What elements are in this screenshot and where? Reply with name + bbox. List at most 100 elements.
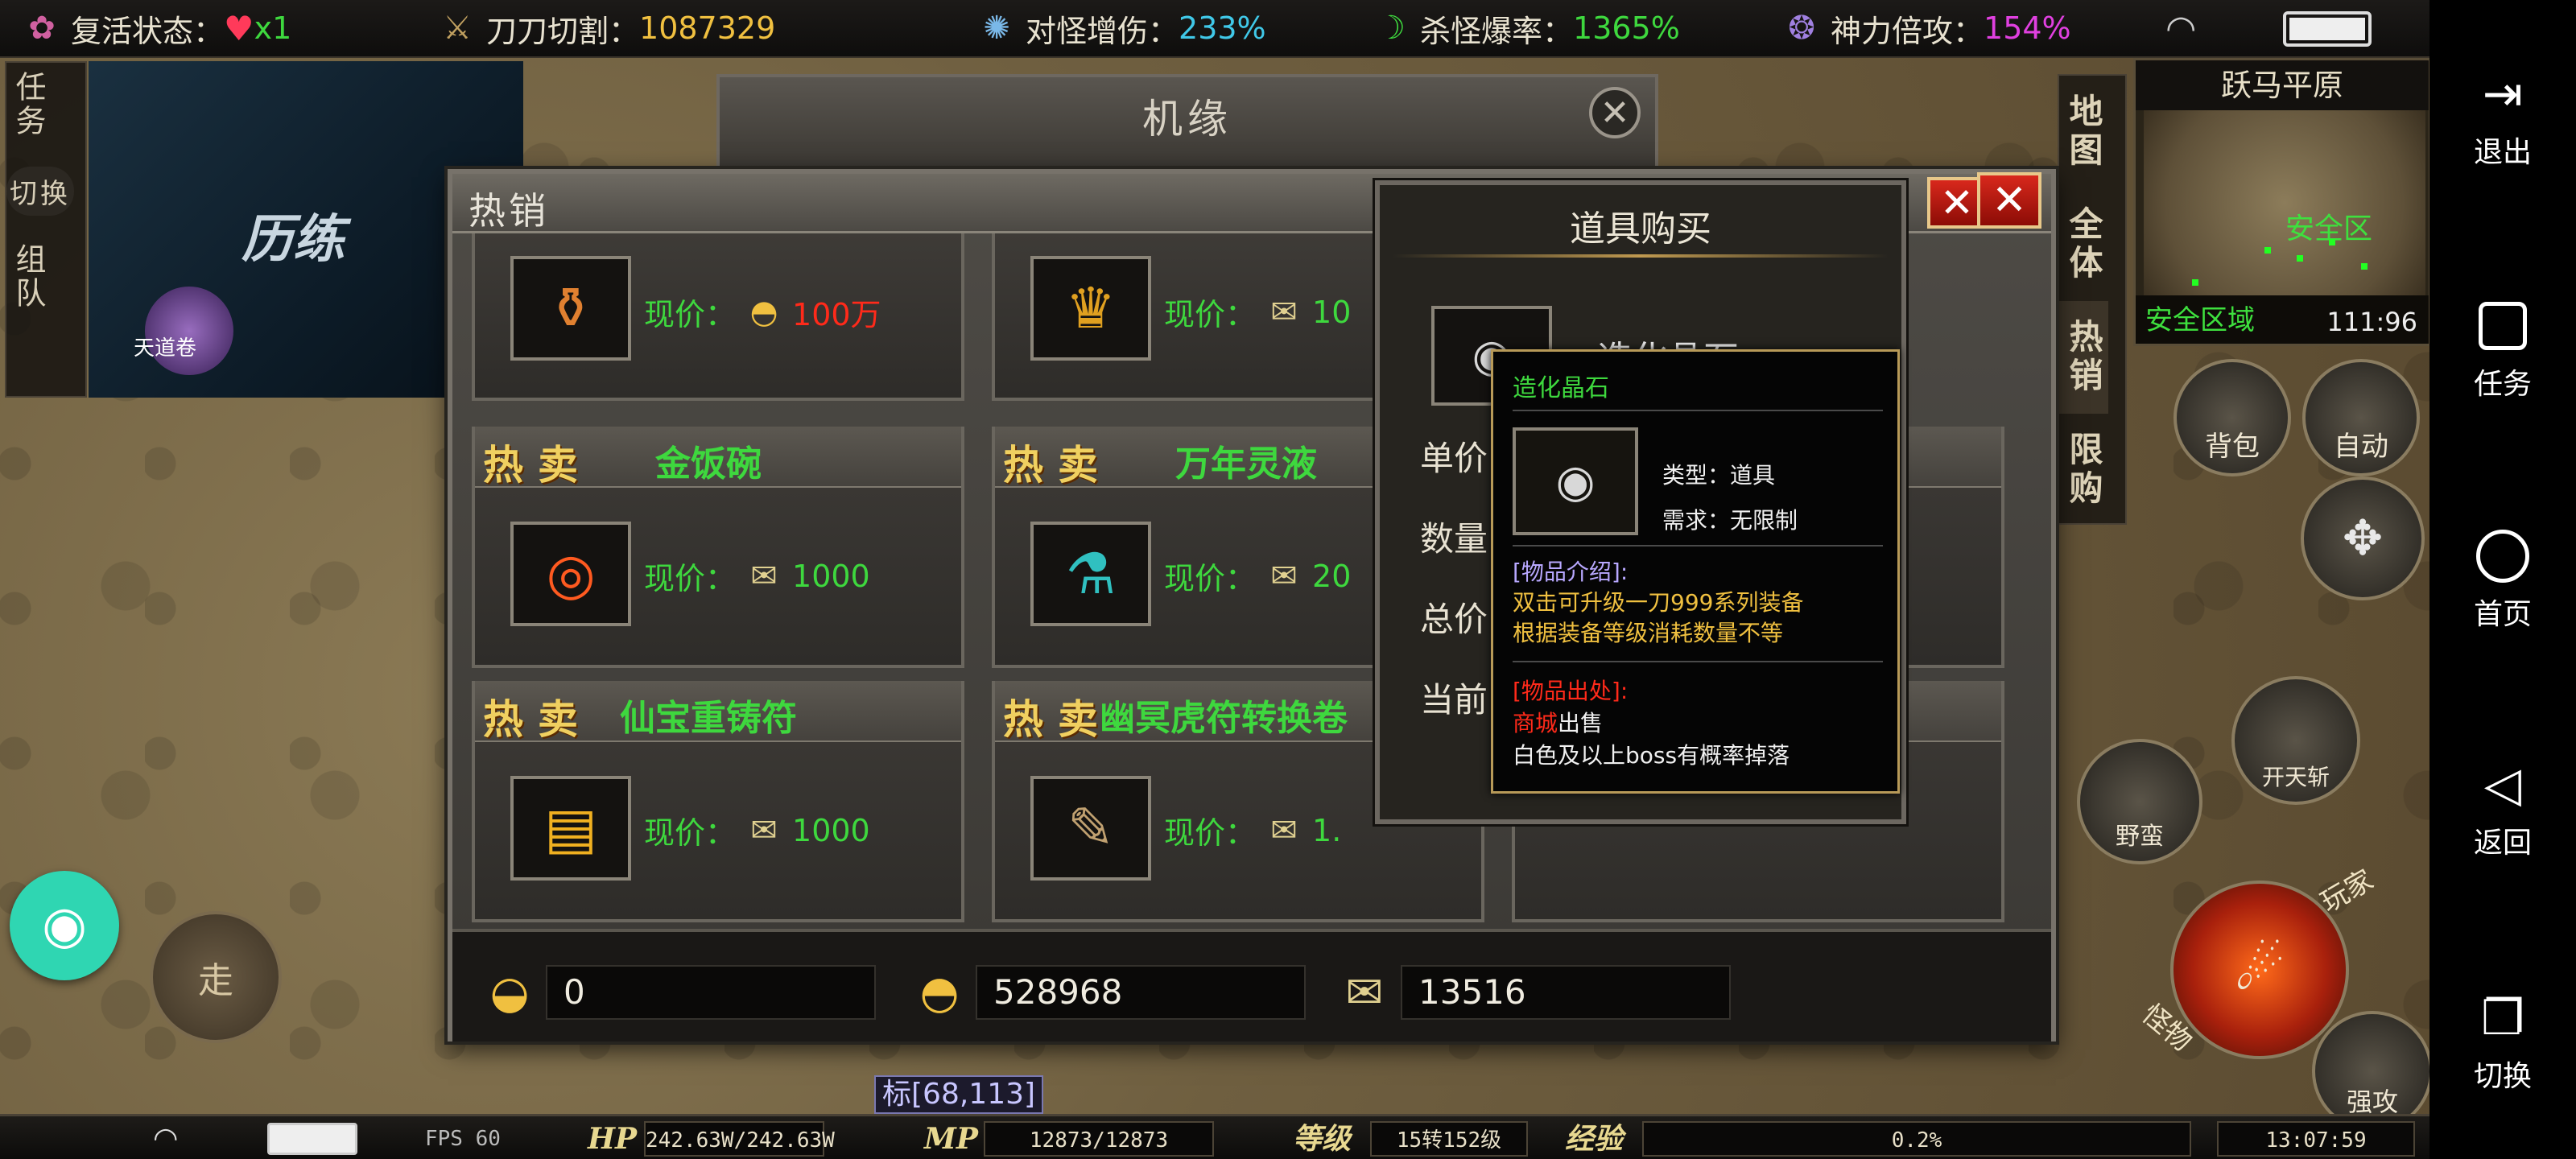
tab-hot[interactable]: 热销: [2059, 301, 2108, 414]
menu-task-button[interactable]: 任务: [6, 63, 51, 146]
price-label: 现价：: [1164, 561, 1257, 596]
sword-icon: ⚔: [443, 10, 472, 47]
shop-card-price: 现价： ✉ 1000: [644, 808, 870, 852]
shop-card[interactable]: ⚱ 现价： ◓ 100万: [472, 233, 964, 401]
coordinate-tag: 标[68,113]: [874, 1075, 1044, 1114]
price-label: 现价：: [644, 815, 737, 851]
minimap-dot: [2329, 239, 2335, 245]
top-status-bar: ✿ 复活状态： ♥ x1 ⚔ 刀刀切割： 1087329 ✺ 对怪增伤： 233…: [0, 0, 2429, 58]
dragon-icon: ❂: [1788, 10, 1815, 47]
nav-task-label: 任务: [2473, 368, 2532, 401]
bag-button[interactable]: 背包: [2174, 359, 2291, 476]
mp-label: MP: [924, 1122, 978, 1156]
menu-team-button[interactable]: 组队: [6, 235, 51, 319]
minimap[interactable]: 跃马平原 安全区 安全区域 111:96: [2133, 58, 2429, 346]
side-tabs: 地图 全体 热销 限购: [2058, 74, 2127, 525]
left-menu: 任务 切换 组队: [5, 61, 87, 398]
shop-card-bar: 热卖 仙宝重铸符: [475, 681, 961, 743]
stat-god: ❂ 神力倍攻： 154%: [1779, 0, 2071, 57]
stat-cut-label: 刀刀切割：: [486, 13, 640, 49]
tab-map[interactable]: 地图: [2059, 76, 2108, 188]
stat-god-value: 154%: [1984, 10, 2071, 46]
nav-home-label: 首页: [2473, 598, 2532, 631]
battery-icon: [267, 1123, 357, 1155]
price-value: 10: [1312, 294, 1352, 330]
nav-exit-label: 退出: [2473, 136, 2532, 169]
skill-yeman-button[interactable]: 野蛮: [2077, 739, 2202, 864]
nav-home-button[interactable]: 首页: [2429, 528, 2576, 633]
price-value: 100万: [792, 297, 881, 332]
currency-footer: ◒ 0 ◓ 528968 ✉ 13516: [452, 929, 2051, 1041]
hp-label: HP: [588, 1122, 638, 1156]
stat-god-label: 神力倍攻：: [1831, 13, 1984, 49]
hp-value: 242.63W/242.63W: [644, 1121, 835, 1157]
gourd-icon: ⚱: [510, 256, 631, 361]
circle-icon: [2475, 528, 2531, 584]
minimap-dot: [2361, 263, 2368, 270]
fps-readout: FPS 60: [425, 1127, 501, 1151]
purchase-close-button[interactable]: ✕: [1977, 172, 2041, 229]
item-tooltip: 造化晶石 ◉ 类型：道具 需求：无限制 [物品介绍]: 双击可升级一刀999系列…: [1491, 349, 1900, 794]
nav-exit-button[interactable]: ⇥ 退出: [2429, 66, 2576, 171]
crystal-stone-icon: ◉: [1513, 427, 1638, 535]
shop-card-price: 现价： ✉ 20: [1164, 554, 1351, 598]
clock-value: 13:07:59: [2217, 1121, 2415, 1157]
tooltip-title: 造化晶石: [1513, 374, 1609, 402]
item-name: 仙宝重铸符: [620, 698, 797, 739]
tooltip-divider: [1513, 410, 1883, 411]
stat-drop: ☽ 杀怪爆率： 1365%: [1368, 0, 1680, 57]
skill-kaitian-button[interactable]: 开天斩: [2231, 676, 2360, 805]
nav-task-button[interactable]: 任务: [2429, 298, 2576, 402]
walk-button[interactable]: 走: [150, 911, 282, 1043]
purchase-divider: [1393, 254, 1889, 258]
nav-switch-button[interactable]: ❐ 切换: [2429, 990, 2576, 1095]
menu-switch-button[interactable]: 切换: [6, 166, 74, 216]
nav-back-button[interactable]: ◁ 返回: [2429, 757, 2576, 861]
currency-ingot: ◒ 0: [473, 964, 876, 1021]
game-viewport[interactable]: ✿ 复活状态： ♥ x1 ⚔ 刀刀切割： 1087329 ✺ 对怪增伤： 233…: [0, 0, 2429, 1159]
jiyuan-panel: 机缘 ✕: [716, 74, 1658, 171]
gold-ingot-icon: ◒: [489, 966, 530, 1019]
jiyuan-title: 机缘: [1142, 96, 1232, 142]
shop-card-bar: 热卖 金饭碗: [475, 427, 961, 489]
hot-badge: 热卖: [483, 695, 592, 743]
purchase-title: 道具购买: [1570, 208, 1711, 250]
stat-damage-label: 对怪增伤：: [1026, 13, 1179, 49]
item-name: 万年灵液: [1175, 443, 1317, 485]
price-label: 现价：: [644, 561, 737, 596]
jiyuan-close-icon[interactable]: ✕: [1589, 87, 1641, 138]
price-value: 1.: [1312, 812, 1342, 848]
tab-all[interactable]: 全体: [2059, 188, 2108, 301]
talisman-icon: ▤: [510, 776, 631, 881]
auto-button[interactable]: 自动: [2302, 359, 2420, 476]
banner-title: 历练: [242, 209, 345, 270]
tooltip-source-line: 商城出售: [1513, 706, 1603, 738]
move-arrows-icon[interactable]: ✥: [2301, 476, 2425, 600]
phone-switch-icon: ❐: [2481, 990, 2524, 1046]
minimap-zone: 安全区域: [2145, 304, 2255, 336]
currency-ticket-value: 13516: [1401, 965, 1731, 1020]
scythe-icon: ☽: [1377, 10, 1406, 47]
fire-ring-icon: ◎: [510, 522, 631, 626]
minimap-dot: [2297, 255, 2303, 262]
minimap-coord: 111:96: [2326, 307, 2417, 337]
shop-card[interactable]: 热卖 金饭碗 ◎ 现价： ✉ 1000: [472, 427, 964, 668]
swirl-icon: ✺: [983, 10, 1010, 47]
stat-revive-value: x1: [254, 10, 292, 46]
tooltip-source-shop: 商城: [1513, 710, 1558, 736]
tooltip-intro-line: 双击可升级一刀999系列装备: [1513, 589, 1804, 616]
hot-badge: 热卖: [483, 441, 592, 489]
minimap-dot: [2192, 279, 2198, 286]
tooltip-source-line: 白色及以上boss有概率掉落: [1513, 742, 1790, 769]
tooltip-type: 类型：道具: [1662, 462, 1776, 489]
gold-ticket-icon: ✉: [1270, 557, 1298, 595]
hot-badge: 热卖: [1003, 441, 1113, 489]
currency-coins: ◓ 528968: [903, 964, 1306, 1021]
heart-icon: ♥: [224, 8, 254, 48]
wifi-float-button[interactable]: ◉: [10, 871, 119, 980]
exp-value: 0.2%: [1642, 1121, 2191, 1157]
shop-card[interactable]: 热卖 仙宝重铸符 ▤ 现价： ✉ 1000: [472, 681, 964, 922]
scroll-icon: ✎: [1030, 776, 1151, 881]
tab-limited[interactable]: 限购: [2059, 414, 2108, 526]
nav-switch-label: 切换: [2473, 1060, 2532, 1093]
